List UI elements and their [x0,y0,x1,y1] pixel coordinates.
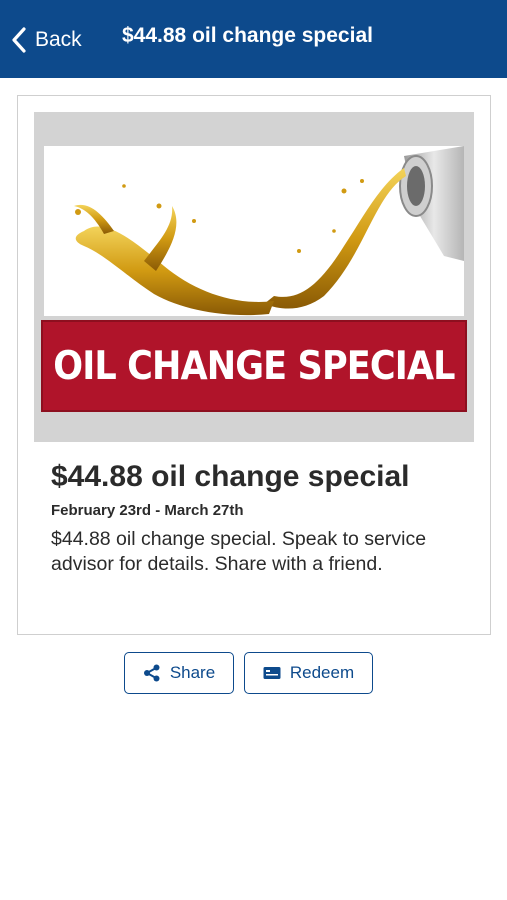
ticket-icon [263,667,281,679]
promo-banner: OIL CHANGE SPECIAL [41,320,467,412]
share-label: Share [169,663,216,682]
offer-card: OIL CHANGE SPECIAL $44.88 oil change spe… [17,95,491,635]
promo-image: OIL CHANGE SPECIAL [34,112,474,442]
share-icon [143,664,160,682]
offer-title: $44.88 oil change special [51,460,410,493]
nav-bar: Back $44.88 oil change special [0,0,507,78]
offer-description: $44.88 oil change special. Speak to serv… [51,528,427,575]
promo-banner-text: OIL CHANGE SPECIAL [53,343,455,389]
page-title: $44.88 oil change special [122,24,373,47]
share-button[interactable]: Share [124,652,234,694]
redeem-button[interactable]: Redeem [244,652,373,694]
oil-pour-illustration [44,146,464,316]
redeem-label: Redeem [289,663,355,682]
offer-dates: February 23rd - March 27th [51,502,244,519]
chevron-left-icon [12,27,26,53]
back-label: Back [35,28,82,51]
back-button[interactable]: Back [10,22,82,58]
